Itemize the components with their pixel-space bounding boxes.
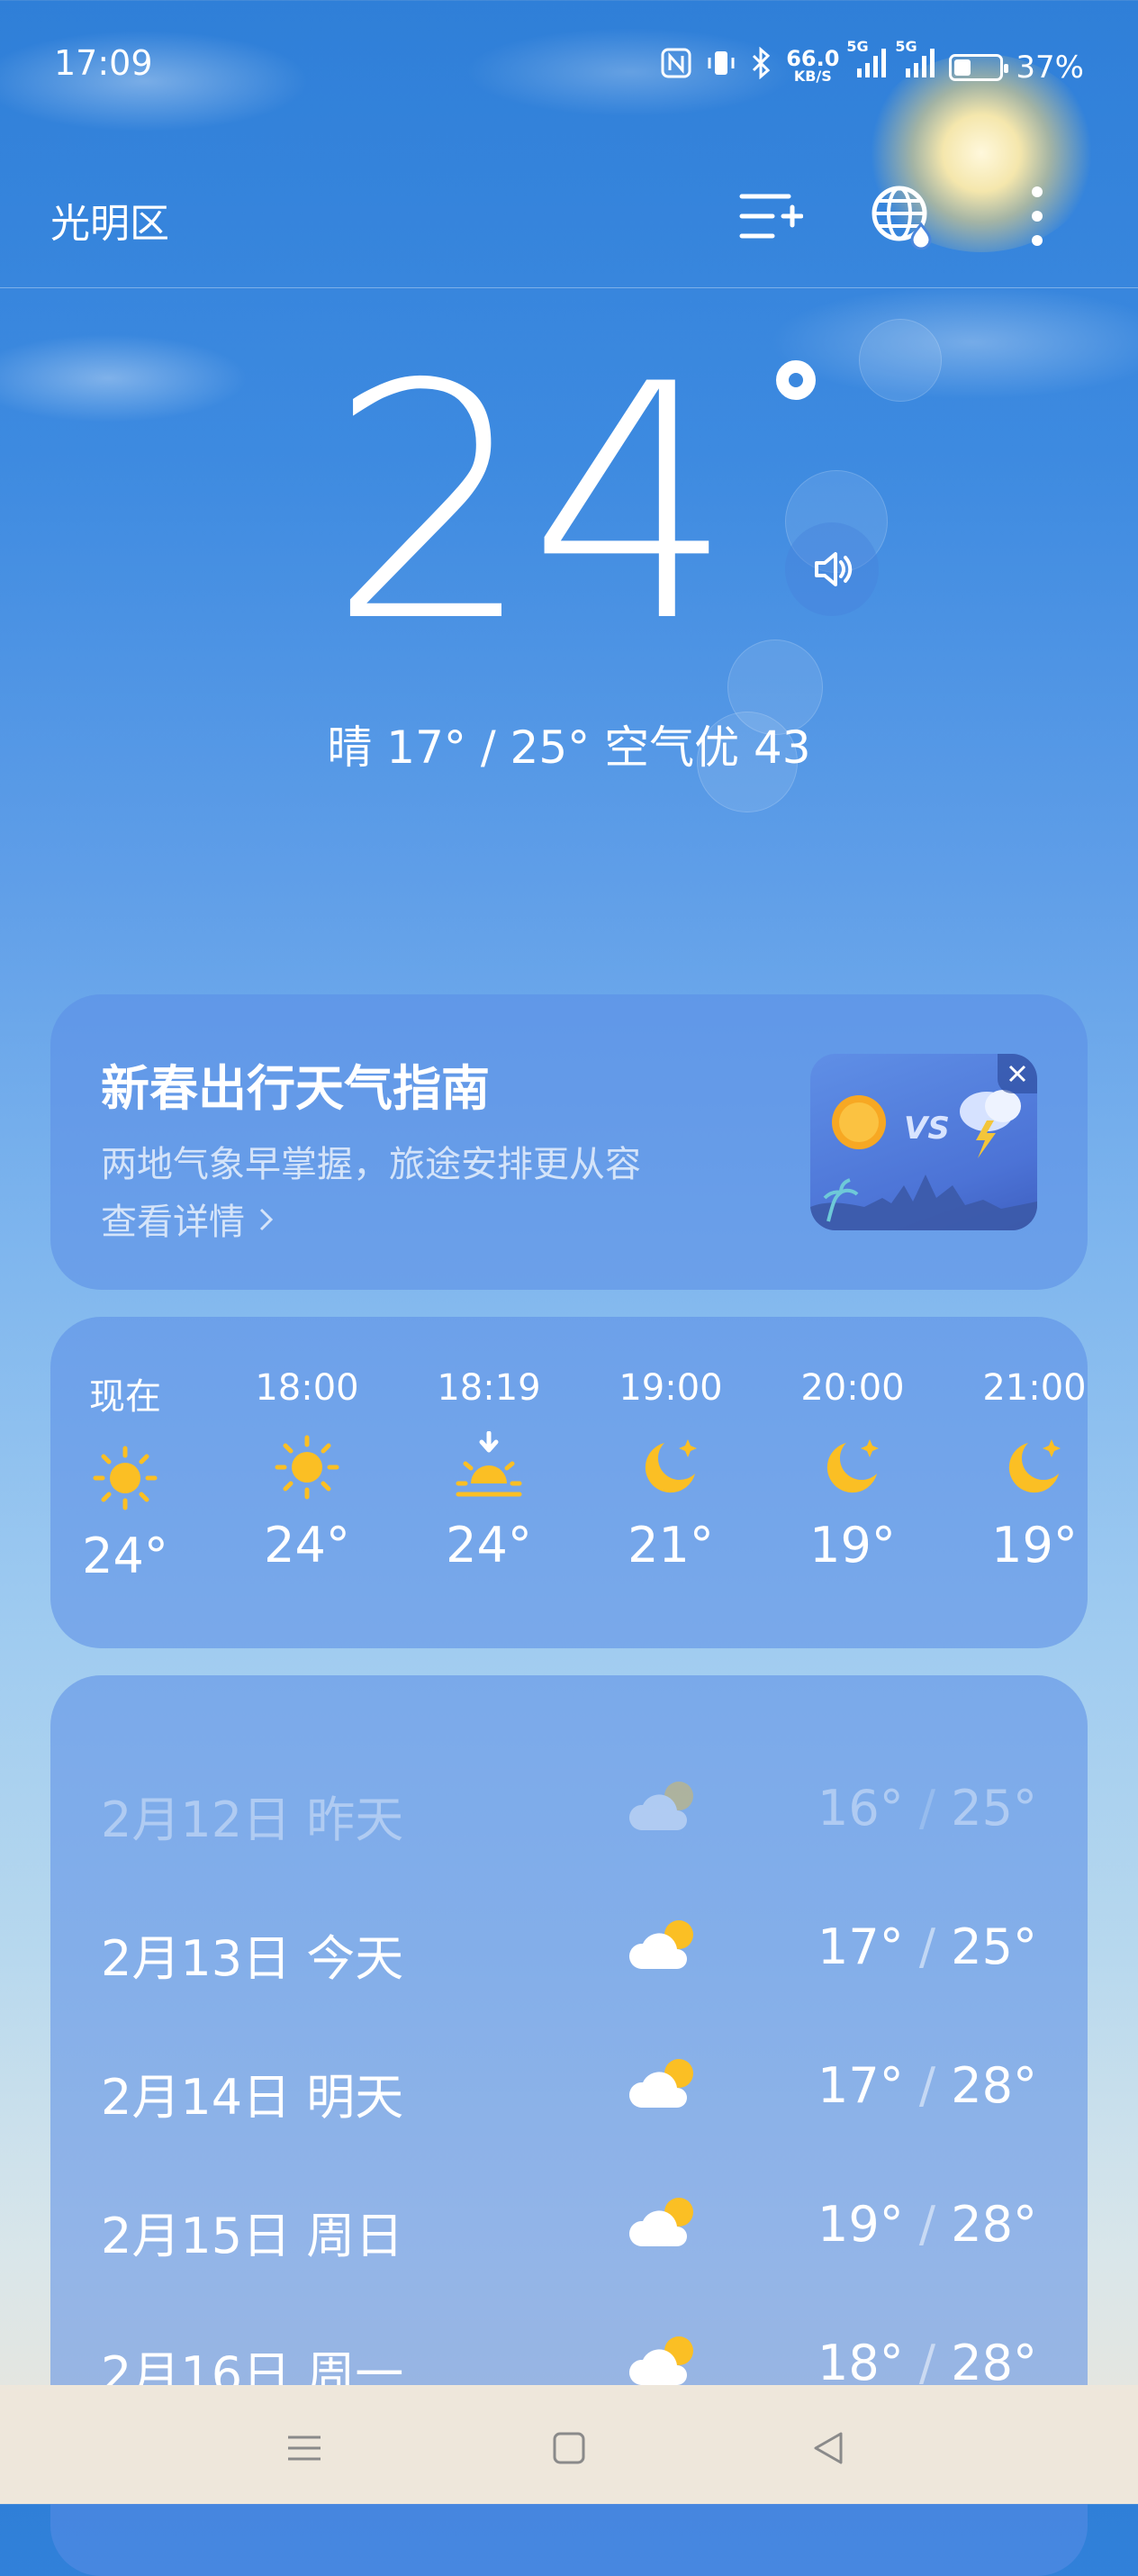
promo-details-link[interactable]: 查看详情 [101,1193,276,1245]
weather-summary: 晴 17° / 25° 空气优 43 [327,721,811,774]
hourly-forecast-card[interactable]: 现在 24° 18:00 24° 18:19 24° 19:00 21° 20:… [50,1317,1088,1648]
promo-image: VS [810,1054,1037,1230]
net-speed: 66.0 KB/S [786,45,840,85]
moon-icon [1008,1439,1061,1493]
battery-percent: 37% [1016,49,1084,86]
daily-row[interactable]: 2月15日 周日 19° / 28° [101,2187,1037,2264]
hourly-item: 20:00 19° [800,1367,905,1574]
partly-cloudy-icon [628,1782,693,1830]
status-time: 17:09 [54,43,153,83]
hourly-item: 现在 24° [82,1376,168,1584]
promo-title: 新春出行天气指南 [101,1060,490,1117]
battery-icon [949,53,1009,81]
back-button[interactable] [801,2421,855,2475]
system-nav-bar [0,2385,1138,2504]
degree-symbol [776,360,816,400]
home-icon [553,2432,585,2464]
menu-button[interactable] [277,2421,331,2475]
globe-weather-icon[interactable] [866,180,938,252]
promo-card[interactable]: 新春出行天气指南 两地气象早掌握，旅途安排更从容 查看详情 VS [50,994,1088,1290]
vibrate-icon [705,47,737,87]
city-list-add-icon[interactable] [735,180,807,252]
daily-row[interactable]: 2月12日 昨天 16° / 25° [101,1771,1037,1848]
app-header: 光明区 [0,162,1138,288]
more-vertical-icon[interactable] [1001,180,1073,252]
location-title[interactable]: 光明区 [50,191,169,249]
partly-cloudy-icon [628,2059,693,2108]
partly-cloudy-icon [628,1920,693,1969]
bluetooth-icon [750,46,773,87]
speaker-icon [815,552,853,586]
speaker-button[interactable] [785,522,879,616]
signal-icon-2: 5G [895,38,936,87]
svg-text:VS: VS [904,1111,950,1147]
hourly-item: 18:19 24° [437,1367,541,1574]
signal-icon-1: 5G [846,38,888,87]
moon-icon [645,1439,697,1493]
home-button[interactable] [542,2421,596,2475]
hourly-item: 21:00 19° [982,1367,1087,1574]
sun-icon [275,1435,339,1500]
menu-icon [288,2435,321,2461]
sun-icon [93,1446,158,1510]
status-bar: 17:09 66.0 KB/S 5G 5G 37% [0,0,1138,135]
daily-row[interactable]: 2月14日 明天 17° / 28° [101,2048,1037,2126]
partly-cloudy-icon [628,2198,693,2246]
hourly-item: 19:00 21° [619,1367,723,1574]
close-promo-button[interactable] [998,1054,1037,1093]
status-icons: 66.0 KB/S 5G 5G 37% [660,38,1084,87]
chevron-right-icon [257,1202,276,1243]
moon-icon [826,1439,879,1493]
close-icon [1008,1065,1026,1083]
current-temperature: 24 [327,315,735,693]
daily-row[interactable]: 2月13日 今天 17° / 25° [101,1909,1037,1987]
promo-subtitle: 两地气象早掌握，旅途安排更从容 [101,1144,641,1185]
hourly-item: 18:00 24° [255,1367,359,1574]
nfc-icon [660,47,692,87]
back-icon [814,2432,843,2464]
sunset-icon [456,1431,522,1497]
